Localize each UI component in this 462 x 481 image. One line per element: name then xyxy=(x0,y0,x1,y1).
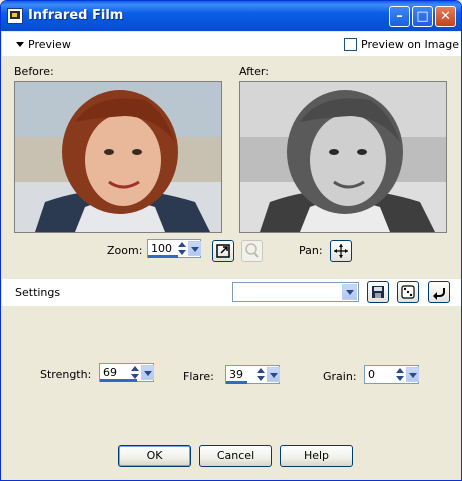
maximize-button[interactable]: □ xyxy=(412,6,433,27)
minimize-button[interactable]: – xyxy=(389,6,410,27)
reset-button[interactable] xyxy=(428,281,450,303)
flare-dropdown-button[interactable] xyxy=(267,367,280,382)
zoom-actual-button[interactable] xyxy=(241,240,263,262)
portrait-color-image xyxy=(15,82,221,232)
randomize-button[interactable] xyxy=(397,281,419,303)
window-title: Infrared Film xyxy=(28,8,124,23)
grain-value[interactable]: 0 xyxy=(368,368,375,381)
chevron-down-icon xyxy=(409,373,417,378)
grain-label: Grain: xyxy=(323,370,357,383)
pan-label: Pan: xyxy=(299,244,323,257)
zoom-to-fit-button[interactable] xyxy=(212,240,234,262)
strength-dropdown-button[interactable] xyxy=(141,365,154,380)
preset-dropdown-arrow[interactable] xyxy=(342,284,357,300)
zoom-value: 100 xyxy=(151,242,172,255)
preview-toggle-label: Preview xyxy=(28,38,71,51)
close-icon: ✕ xyxy=(440,9,451,24)
flare-label: Flare: xyxy=(183,370,214,383)
zoom-fit-icon xyxy=(216,244,230,258)
close-button[interactable]: ✕ xyxy=(435,6,456,27)
strength-stepper[interactable]: 69 xyxy=(99,363,154,382)
strength-fill-bar xyxy=(100,379,137,382)
zoom-spin-arrows[interactable] xyxy=(177,241,188,256)
chevron-down-icon xyxy=(346,290,354,295)
pan-button[interactable] xyxy=(330,240,352,262)
chevron-down-icon xyxy=(270,373,278,378)
zoom-fill-bar xyxy=(148,255,178,258)
help-button[interactable]: Help xyxy=(280,445,353,467)
strength-label: Strength: xyxy=(40,368,92,381)
grain-spin-arrows[interactable] xyxy=(395,367,406,382)
flare-value[interactable]: 39 xyxy=(229,368,243,381)
save-preset-button[interactable] xyxy=(367,281,389,303)
portrait-grayscale-image xyxy=(240,82,446,232)
preset-dropdown[interactable] xyxy=(232,282,359,302)
after-label: After: xyxy=(239,65,269,78)
zoom-stepper[interactable]: 100 xyxy=(147,239,201,258)
reset-arrow-icon xyxy=(433,288,445,300)
flare-stepper[interactable]: 39 xyxy=(225,365,280,384)
title-bar[interactable]: Infrared Film – □ ✕ xyxy=(1,1,461,31)
magnifier-icon xyxy=(245,243,259,258)
zoom-dropdown-button[interactable] xyxy=(188,241,201,256)
grain-dropdown-button[interactable] xyxy=(406,367,419,382)
chevron-down-icon xyxy=(144,371,152,376)
settings-label: Settings xyxy=(15,286,61,299)
strength-spin-arrows[interactable] xyxy=(130,365,141,380)
chevron-down-icon xyxy=(16,42,24,47)
dice-icon xyxy=(401,285,415,299)
flare-spin-arrows[interactable] xyxy=(256,367,267,382)
zoom-label: Zoom: xyxy=(107,244,143,257)
ok-button[interactable]: OK xyxy=(118,445,191,467)
app-icon xyxy=(7,8,23,24)
chevron-down-icon xyxy=(191,247,199,252)
grain-stepper[interactable]: 0 xyxy=(364,365,419,384)
floppy-disk-icon xyxy=(372,286,384,298)
strength-value[interactable]: 69 xyxy=(103,366,117,379)
before-preview-image[interactable] xyxy=(14,81,222,233)
infrared-film-dialog: Infrared Film – □ ✕ Preview Preview on I… xyxy=(0,0,462,481)
maximize-icon: □ xyxy=(416,9,429,24)
before-label: Before: xyxy=(14,65,54,78)
cancel-button[interactable]: Cancel xyxy=(199,445,272,467)
preview-on-image-label[interactable]: Preview on Image xyxy=(361,38,459,51)
minimize-icon: – xyxy=(396,9,403,24)
move-icon xyxy=(334,244,348,258)
after-preview-image[interactable] xyxy=(239,81,447,233)
preview-toggle[interactable]: Preview xyxy=(15,38,75,52)
preview-on-image-checkbox[interactable] xyxy=(344,38,357,51)
flare-fill-bar xyxy=(226,381,247,384)
